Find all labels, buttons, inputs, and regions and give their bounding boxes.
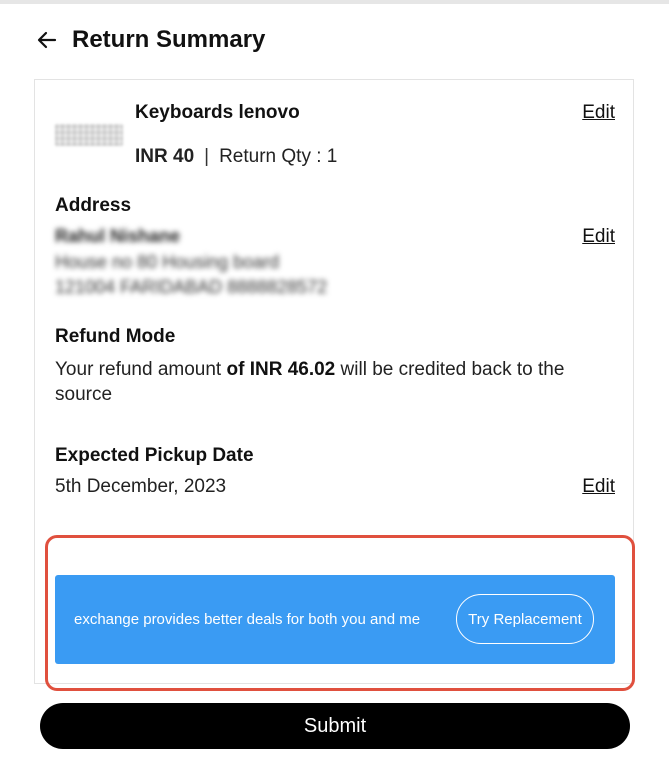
product-price: INR 40: [135, 146, 195, 167]
refund-mode-label: Refund Mode: [55, 326, 176, 347]
page-title: Return Summary: [72, 26, 266, 53]
pickup-date-label: Expected Pickup Date: [55, 445, 254, 466]
address-label: Address: [55, 195, 132, 216]
arrow-left-icon: [37, 31, 57, 49]
price-separator: |: [204, 146, 210, 167]
page-header: Return Summary: [34, 24, 265, 56]
replacement-banner: exchange provides better deals for both …: [55, 575, 615, 664]
pickup-date: 5th December, 2023: [55, 476, 227, 497]
address-line-1: House no 80 Housing board: [55, 252, 280, 272]
back-button[interactable]: [34, 27, 60, 53]
product-price-line: INR 40 | Return Qty : 1: [135, 146, 337, 168]
return-qty: Return Qty : 1: [219, 146, 338, 167]
refund-amount: of INR 46.02: [226, 359, 336, 380]
refund-text-prefix: Your refund amount: [55, 359, 227, 380]
product-name: Keyboards lenovo: [135, 102, 300, 123]
top-divider: [0, 0, 669, 4]
banner-text: exchange provides better deals for both …: [74, 611, 421, 628]
edit-pickup-date-link[interactable]: Edit: [582, 476, 615, 498]
product-thumbnail: [55, 124, 123, 146]
address-name: Rahul Nishane: [55, 226, 181, 246]
try-replacement-button[interactable]: Try Replacement: [456, 594, 594, 644]
edit-address-link[interactable]: Edit: [582, 226, 615, 248]
address-line-2: 121004 FARIDABAD 8888828572: [55, 277, 328, 297]
edit-product-link[interactable]: Edit: [582, 102, 615, 124]
submit-button[interactable]: Submit: [40, 703, 630, 749]
refund-description: Your refund amount of INR 46.02 will be …: [55, 357, 615, 407]
